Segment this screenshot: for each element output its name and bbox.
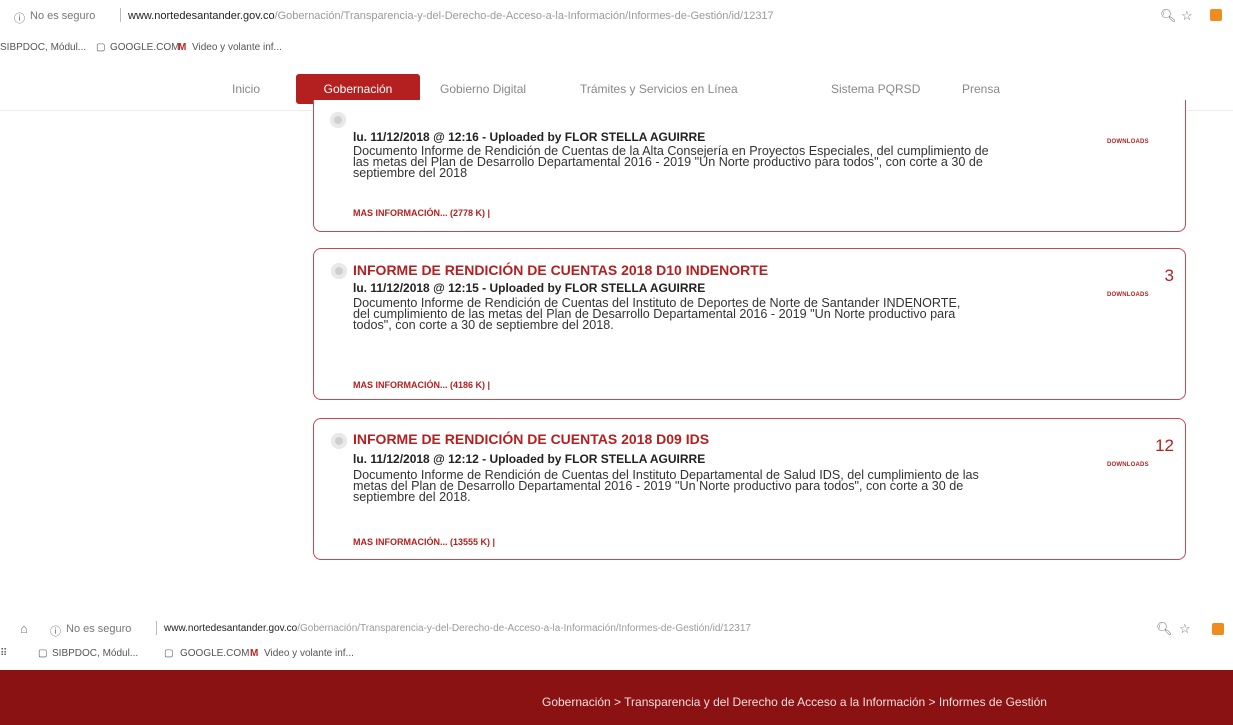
bookmark-page-icon: ▢	[38, 648, 48, 659]
bookmark-sibpdoc[interactable]: SIBPDOC, Módul...	[52, 648, 138, 659]
document-icon	[331, 263, 347, 279]
more-info-label: MAS INFORMACIÓN...	[353, 208, 448, 218]
extension-icon[interactable]	[1210, 9, 1222, 21]
bookmark-google[interactable]: GOOGLE.COM	[110, 42, 179, 53]
zoom-icon[interactable]: 🔍︎	[1160, 8, 1177, 24]
bookmark-video[interactable]: Video y volante inf...	[264, 648, 354, 659]
url-separator	[120, 8, 121, 22]
bookmark-video[interactable]: Video y volante inf...	[192, 42, 282, 53]
document-icon	[330, 112, 346, 128]
gmail-icon: M	[250, 648, 259, 659]
info-icon[interactable]: ⓘ	[14, 10, 25, 26]
url-domain: www.nortedesantander.gov.co	[164, 623, 298, 634]
gmail-icon: M	[178, 42, 187, 53]
document-icon	[331, 433, 347, 449]
bookmark-google[interactable]: GOOGLE.COM	[180, 648, 249, 659]
url-path: /Gobernación/Transparencia-y-del-Derecho…	[274, 10, 774, 22]
more-info-label: MAS INFORMACIÓN...	[353, 537, 448, 547]
file-size: (2778 K)	[450, 208, 486, 218]
more-info-link[interactable]: MAS INFORMACIÓN... (4186 K) |	[353, 380, 490, 390]
more-info-label: MAS INFORMACIÓN...	[353, 380, 448, 390]
bookmark-page-icon: ▢	[164, 648, 174, 659]
card-meta: lu. 11/12/2018 @ 12:16 - Uploaded by FLO…	[353, 130, 706, 144]
home-icon[interactable]: ⌂	[20, 621, 28, 636]
more-info-link[interactable]: MAS INFORMACIÓN... (13555 K) |	[353, 537, 495, 547]
info-icon[interactable]: ⓘ	[50, 623, 61, 639]
nav-prensa[interactable]: Prensa	[962, 82, 1000, 96]
download-count: 3	[1164, 266, 1174, 285]
more-info-link[interactable]: MAS INFORMACIÓN... (2778 K) |	[353, 208, 490, 218]
bookmark-sibpdoc[interactable]: SIBPDOC, Módul...	[0, 42, 86, 53]
download-label[interactable]: DOWNLOADS	[1107, 462, 1149, 468]
card-meta: lu. 11/12/2018 @ 12:15 - Uploaded by FLO…	[353, 281, 706, 295]
download-label[interactable]: DOWNLOADS	[1107, 139, 1149, 145]
download-count: 12	[1155, 436, 1174, 455]
insecure-label: No es seguro	[66, 623, 132, 635]
url-text[interactable]: www.nortedesantander.gov.co/Gobernación/…	[128, 10, 774, 22]
card-description: Documento Informe de Rendición de Cuenta…	[353, 468, 979, 504]
card-title[interactable]: INFORME DE RENDICIÓN DE CUENTAS 2018 D10…	[353, 262, 768, 278]
url-domain: www.nortedesantander.gov.co	[128, 10, 275, 22]
nav-tramites[interactable]: Trámites y Servicios en Línea	[580, 82, 738, 96]
download-label[interactable]: DOWNLOADS	[1107, 292, 1149, 298]
apps-icon[interactable]: ⠿	[0, 648, 7, 659]
star-icon[interactable]: ☆	[1181, 8, 1193, 24]
nav-pqrsd[interactable]: Sistema PQRSD	[831, 82, 920, 96]
nav-inicio[interactable]: Inicio	[232, 82, 260, 96]
nav-gobierno-digital[interactable]: Gobierno Digital	[440, 82, 526, 96]
url-text[interactable]: www.nortedesantander.gov.co/Gobernación/…	[164, 623, 751, 634]
zoom-icon[interactable]: 🔍︎	[1156, 621, 1173, 637]
file-size: (13555 K)	[450, 537, 491, 547]
card-title[interactable]: INFORME DE RENDICIÓN DE CUENTAS 2018 D09…	[353, 431, 709, 447]
card-meta: lu. 11/12/2018 @ 12:12 - Uploaded by FLO…	[353, 452, 706, 466]
card-description: Documento Informe de Rendición de Cuenta…	[353, 296, 961, 332]
insecure-label: No es seguro	[30, 10, 96, 22]
breadcrumb[interactable]: Gobernación > Transparencia y del Derech…	[542, 695, 1047, 709]
extension-icon[interactable]	[1212, 623, 1224, 635]
url-separator	[156, 621, 157, 635]
url-path: /Gobernación/Transparencia-y-del-Derecho…	[297, 623, 751, 634]
file-size: (4186 K)	[450, 380, 486, 390]
bookmark-page-icon: ▢	[96, 42, 106, 53]
star-icon[interactable]: ☆	[1179, 621, 1191, 637]
card-description: Documento Informe de Rendición de Cuenta…	[353, 144, 989, 180]
